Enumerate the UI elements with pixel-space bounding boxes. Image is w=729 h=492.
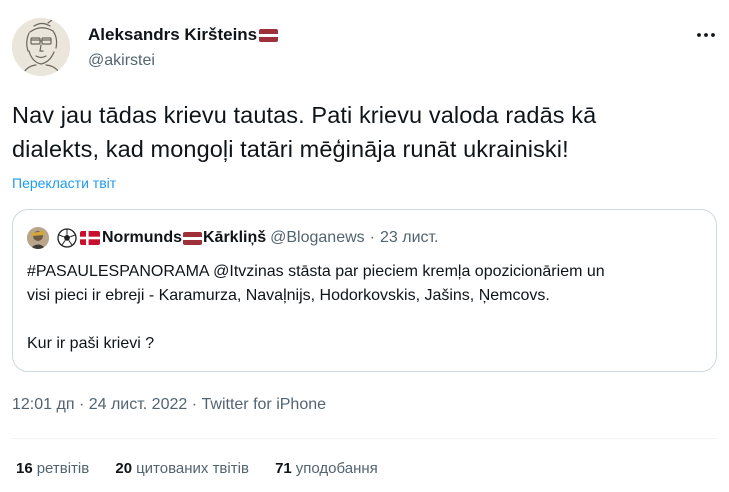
- quoted-tweet[interactable]: Normunds Kārkliņš @Bloganews · 23 лист. …: [12, 209, 717, 372]
- likes-label: уподобання: [295, 460, 378, 477]
- tweet-time[interactable]: 12:01 дп: [12, 396, 74, 413]
- quote-tweets-label: цитованих твітів: [136, 460, 249, 477]
- author-handle[interactable]: @akirstei: [88, 52, 278, 70]
- author-name-row: Aleksandrs Kiršteins: [88, 24, 279, 46]
- tweet-text-line: Nav jau tādas krievu tautas. Pati krievu…: [12, 102, 597, 128]
- quoted-author-handle[interactable]: @Bloganews: [270, 229, 365, 247]
- engagement-stats: 16 ретвітів 20 цитованих твітів 71 уподобан…: [16, 460, 400, 477]
- retweets-label: ретвітів: [36, 460, 90, 477]
- translate-tweet-link[interactable]: Перекласти твіт: [12, 175, 116, 191]
- likes-stat[interactable]: 71 уподобання: [275, 460, 378, 477]
- tweet-text: Nav jau tādas krievu tautas. Pati krievu…: [12, 98, 717, 166]
- quoted-author-name-last[interactable]: Kārkliņš: [203, 229, 266, 247]
- more-options-icon[interactable]: [695, 28, 717, 40]
- quoted-tweet-text: #PASAULESPANORAMA @Itvzinas stāsta par p…: [27, 260, 697, 356]
- retweets-count: 16: [16, 460, 33, 477]
- tweet-source[interactable]: Twitter for iPhone: [202, 396, 327, 413]
- author-avatar[interactable]: [12, 18, 70, 76]
- author-name[interactable]: Aleksandrs Kiršteins: [88, 25, 257, 45]
- quoted-date[interactable]: 23 лист.: [380, 229, 439, 247]
- meta-separator: ·: [191, 396, 202, 413]
- quoted-text-spacer: [27, 308, 697, 332]
- likes-count: 71: [275, 460, 292, 477]
- quote-tweets-stat[interactable]: 20 цитованих твітів: [115, 460, 249, 477]
- tweet-text-line: dialekts, kad mongoļi tatāri mēģināja ru…: [12, 136, 569, 162]
- quoted-separator: ·: [369, 229, 375, 246]
- quoted-author-avatar[interactable]: [27, 227, 49, 249]
- soccer-ball-icon: [57, 228, 77, 248]
- author-block: Aleksandrs Kiršteins @akirstei: [88, 24, 279, 70]
- tweet-date[interactable]: 24 лист. 2022: [89, 396, 188, 413]
- latvia-flag-icon: [183, 231, 202, 245]
- quoted-text-line: Kur ir paši krievi ?: [27, 335, 155, 352]
- denmark-flag-icon: [80, 231, 100, 245]
- latvia-flag-icon: [259, 28, 279, 42]
- quoted-tweet-header: Normunds Kārkliņš @Bloganews · 23 лист.: [27, 226, 439, 250]
- tweet-card: Aleksandrs Kiršteins @akirstei Nav jau t…: [0, 0, 729, 492]
- quoted-text-line: visi pieci ir ebreji - Karamurza, Navaļn…: [27, 287, 550, 304]
- quoted-author-name-first[interactable]: Normunds: [102, 229, 182, 247]
- retweets-stat[interactable]: 16 ретвітів: [16, 460, 89, 477]
- tweet-meta: 12:01 дп · 24 лист. 2022 · Twitter for i…: [12, 396, 326, 414]
- quoted-text-line: #PASAULESPANORAMA @Itvzinas stāsta par p…: [27, 263, 605, 280]
- avatar-sketch-icon: [12, 18, 70, 76]
- meta-separator: ·: [78, 396, 89, 413]
- divider: [12, 438, 717, 439]
- quote-tweets-count: 20: [115, 460, 133, 477]
